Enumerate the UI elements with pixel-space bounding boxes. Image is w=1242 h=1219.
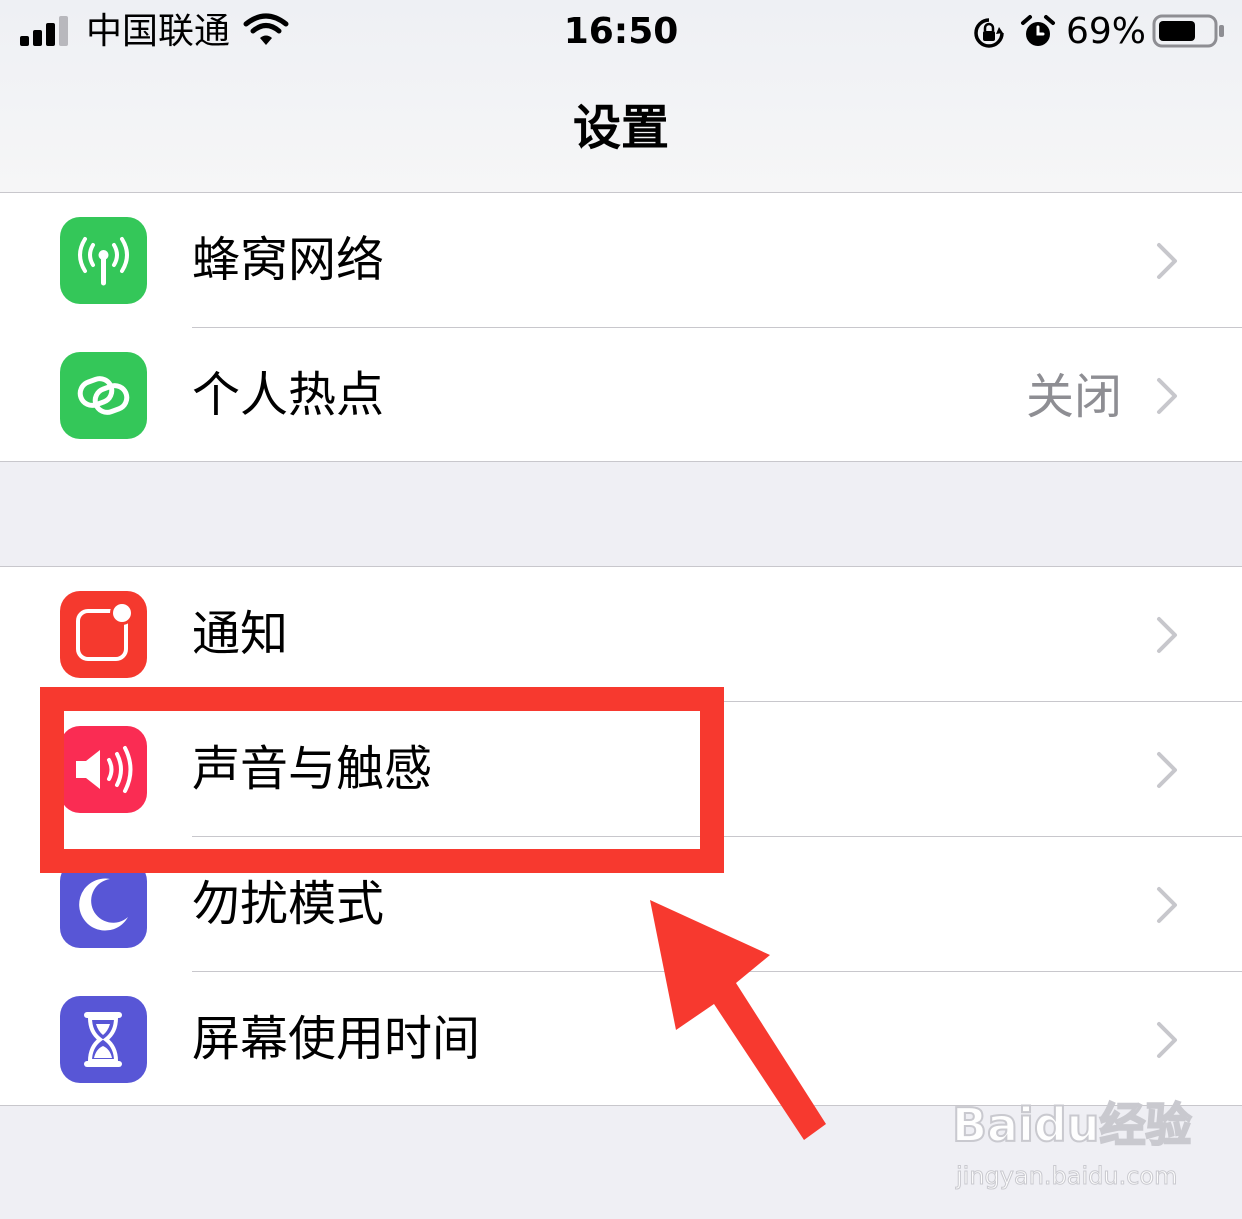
chevron-right-icon bbox=[1157, 1022, 1177, 1058]
watermark-brand: Baidu经验 bbox=[951, 1097, 1193, 1153]
highlight-box bbox=[40, 687, 724, 873]
settings-item-cellular[interactable]: 蜂窝网络 bbox=[0, 193, 1242, 328]
baidu-jingyan-watermark: Baidu经验 jingyan.baidu.com bbox=[951, 1084, 1242, 1194]
hotspot-link-icon bbox=[60, 352, 147, 439]
cellular-antenna-icon bbox=[60, 217, 147, 304]
moon-icon bbox=[60, 861, 147, 948]
settings-item-label: 通知 bbox=[192, 606, 289, 662]
battery-percent: 69% bbox=[1066, 11, 1147, 52]
chevron-right-icon bbox=[1157, 243, 1177, 279]
settings-item-label: 蜂窝网络 bbox=[192, 232, 385, 288]
navigation-header: 中国联通 16:50 69% 设置 bbox=[0, 0, 1242, 193]
notifications-icon bbox=[60, 591, 147, 678]
chevron-right-icon bbox=[1157, 617, 1177, 653]
settings-group-network: 蜂窝网络 个人热点 关闭 bbox=[0, 192, 1242, 462]
chevron-right-icon bbox=[1157, 378, 1177, 414]
settings-item-hotspot[interactable]: 个人热点 关闭 bbox=[0, 328, 1242, 463]
settings-item-label: 屏幕使用时间 bbox=[192, 1011, 481, 1067]
settings-item-label: 个人热点 bbox=[192, 367, 385, 423]
watermark-url: jingyan.baidu.com bbox=[955, 1162, 1178, 1191]
hotspot-status-value: 关闭 bbox=[1025, 369, 1122, 425]
status-bar: 中国联通 16:50 69% bbox=[0, 0, 1242, 62]
chevron-right-icon bbox=[1157, 752, 1177, 788]
battery-icon bbox=[1152, 14, 1224, 48]
chevron-right-icon bbox=[1157, 887, 1177, 923]
page-title: 设置 bbox=[572, 100, 669, 156]
settings-item-label: 勿扰模式 bbox=[192, 876, 385, 932]
orientation-lock-icon bbox=[974, 18, 1004, 48]
settings-item-notifications[interactable]: 通知 bbox=[0, 567, 1242, 702]
hourglass-icon bbox=[60, 996, 147, 1083]
alarm-icon bbox=[1021, 15, 1055, 46]
